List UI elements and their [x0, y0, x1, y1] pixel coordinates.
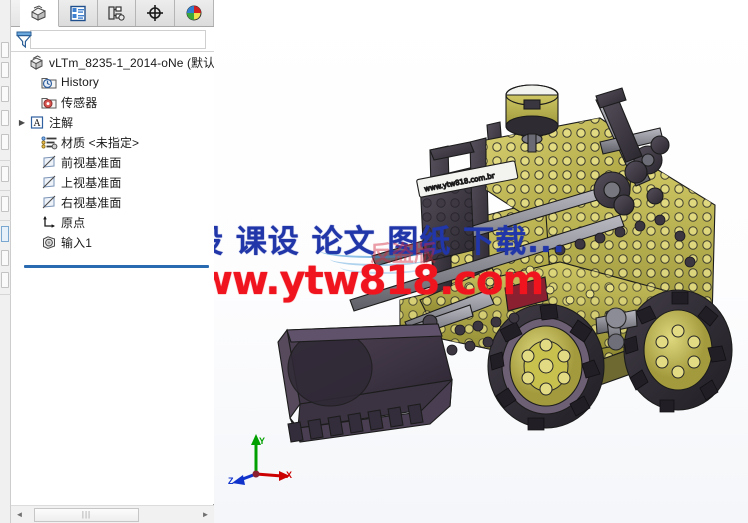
origin-icon: [40, 213, 58, 231]
rail-tab-7[interactable]: [1, 196, 9, 212]
tree-root-label: vLTm_8235-1_2014-oNe (默认: [49, 55, 214, 70]
feature-filter-row: [11, 27, 214, 52]
annotation-icon: A: [28, 113, 46, 131]
tree-label-annotations: 注解: [49, 115, 74, 130]
scroll-track[interactable]: |||: [28, 507, 197, 522]
feature-tree[interactable]: vLTm_8235-1_2014-oNe (默认 History 传感器 ▶ A…: [11, 52, 214, 504]
tree-item-annotations[interactable]: ▶ A 注解: [11, 112, 214, 132]
rail-separator-1: [0, 160, 11, 161]
axis-label-x: X: [286, 470, 293, 480]
rail-separator-2: [0, 190, 11, 191]
dimxpert-icon: [147, 5, 164, 21]
tab-configuration-manager[interactable]: [97, 0, 137, 26]
tree-label-imported1: 输入1: [61, 235, 92, 250]
tree-root-item[interactable]: vLTm_8235-1_2014-oNe (默认: [11, 52, 214, 72]
material-icon: [40, 133, 58, 151]
material-twisty[interactable]: [28, 132, 40, 152]
display-manager-icon: [186, 5, 202, 21]
feature-tree-icon: [31, 5, 46, 21]
scroll-right-arrow[interactable]: ►: [198, 507, 213, 522]
rail-separator-4: [0, 294, 11, 295]
rail-tab-1[interactable]: [1, 42, 9, 58]
sensor-icon: [40, 93, 58, 111]
tree-item-origin[interactable]: 原点: [11, 212, 214, 232]
tree-item-front-plane[interactable]: 前视基准面: [11, 152, 214, 172]
manager-tab-strip: [11, 0, 214, 27]
tree-horizontal-scrollbar[interactable]: ◄ ||| ►: [11, 505, 214, 523]
coordinate-triad: Y X Z: [228, 428, 298, 496]
imported1-twisty[interactable]: [28, 232, 40, 252]
solidworks-window: www.ytw818.com.br 毕设 课设 论文 图纸 下载... 反盗版 …: [0, 0, 748, 523]
axis-label-z: Z: [228, 476, 234, 486]
front-wheel: [487, 303, 605, 431]
rail-tab-3[interactable]: [1, 86, 9, 102]
command-manager-rail[interactable]: [0, 0, 11, 523]
watermark-red-url: www.ytw818.com: [160, 258, 544, 304]
history-icon: [40, 73, 58, 91]
plane-icon: [40, 153, 58, 171]
annotations-twisty[interactable]: ▶: [16, 112, 28, 132]
rear-wheel: [623, 289, 733, 413]
svg-text:A: A: [33, 119, 41, 129]
scroll-thumb[interactable]: |||: [34, 507, 139, 522]
scroll-left-arrow[interactable]: ◄: [12, 507, 27, 522]
tree-item-sensors[interactable]: 传感器: [11, 92, 214, 112]
tab-dimxpert-manager[interactable]: [136, 0, 176, 26]
tab-feature-manager[interactable]: [20, 0, 59, 27]
tree-label-origin: 原点: [61, 215, 86, 230]
feature-manager-panel: vLTm_8235-1_2014-oNe (默认 History 传感器 ▶ A…: [11, 0, 214, 523]
tree-item-imported1[interactable]: 输入1: [11, 232, 214, 252]
rail-separator-3: [0, 220, 11, 221]
sensors-twisty[interactable]: [28, 92, 40, 112]
plane-icon: [40, 193, 58, 211]
tree-label-sensors: 传感器: [61, 95, 98, 110]
rail-tab-selected[interactable]: [1, 226, 9, 242]
filter-box[interactable]: [16, 29, 206, 49]
rail-tab-4[interactable]: [1, 110, 9, 126]
rollback-bar[interactable]: [24, 265, 209, 268]
root-twisty[interactable]: [16, 52, 28, 72]
tree-item-material[interactable]: 材质 <未指定>: [11, 132, 214, 152]
tree-item-right-plane[interactable]: 右视基准面: [11, 192, 214, 212]
origin-twisty[interactable]: [28, 212, 40, 232]
tab-display-manager[interactable]: [175, 0, 214, 26]
property-manager-icon: [69, 5, 86, 21]
tree-label-right-plane: 右视基准面: [61, 195, 122, 210]
plane-icon: [40, 173, 58, 191]
tree-label-material: 材质 <未指定>: [61, 135, 140, 150]
filter-input[interactable]: [36, 31, 186, 47]
configuration-manager-icon: [108, 5, 125, 21]
rail-tab-9[interactable]: [1, 272, 9, 288]
top-plane-twisty[interactable]: [28, 172, 40, 192]
part-icon: [28, 53, 46, 71]
rail-tab-5[interactable]: [1, 134, 9, 150]
front-plane-twisty[interactable]: [28, 152, 40, 172]
axis-label-y: Y: [259, 436, 266, 446]
tree-label-front-plane: 前视基准面: [61, 155, 122, 170]
tree-item-history[interactable]: History: [11, 72, 214, 92]
rail-tab-2[interactable]: [1, 62, 9, 78]
tab-property-manager[interactable]: [58, 0, 98, 26]
tree-label-history: History: [61, 75, 100, 89]
tree-item-top-plane[interactable]: 上视基准面: [11, 172, 214, 192]
rail-tab-6[interactable]: [1, 166, 9, 182]
right-plane-twisty[interactable]: [28, 192, 40, 212]
filter-funnel-icon[interactable]: [14, 30, 34, 49]
imported-icon: [40, 233, 58, 251]
rail-tab-8[interactable]: [1, 250, 9, 266]
tree-label-top-plane: 上视基准面: [61, 175, 122, 190]
history-twisty[interactable]: [28, 72, 40, 92]
